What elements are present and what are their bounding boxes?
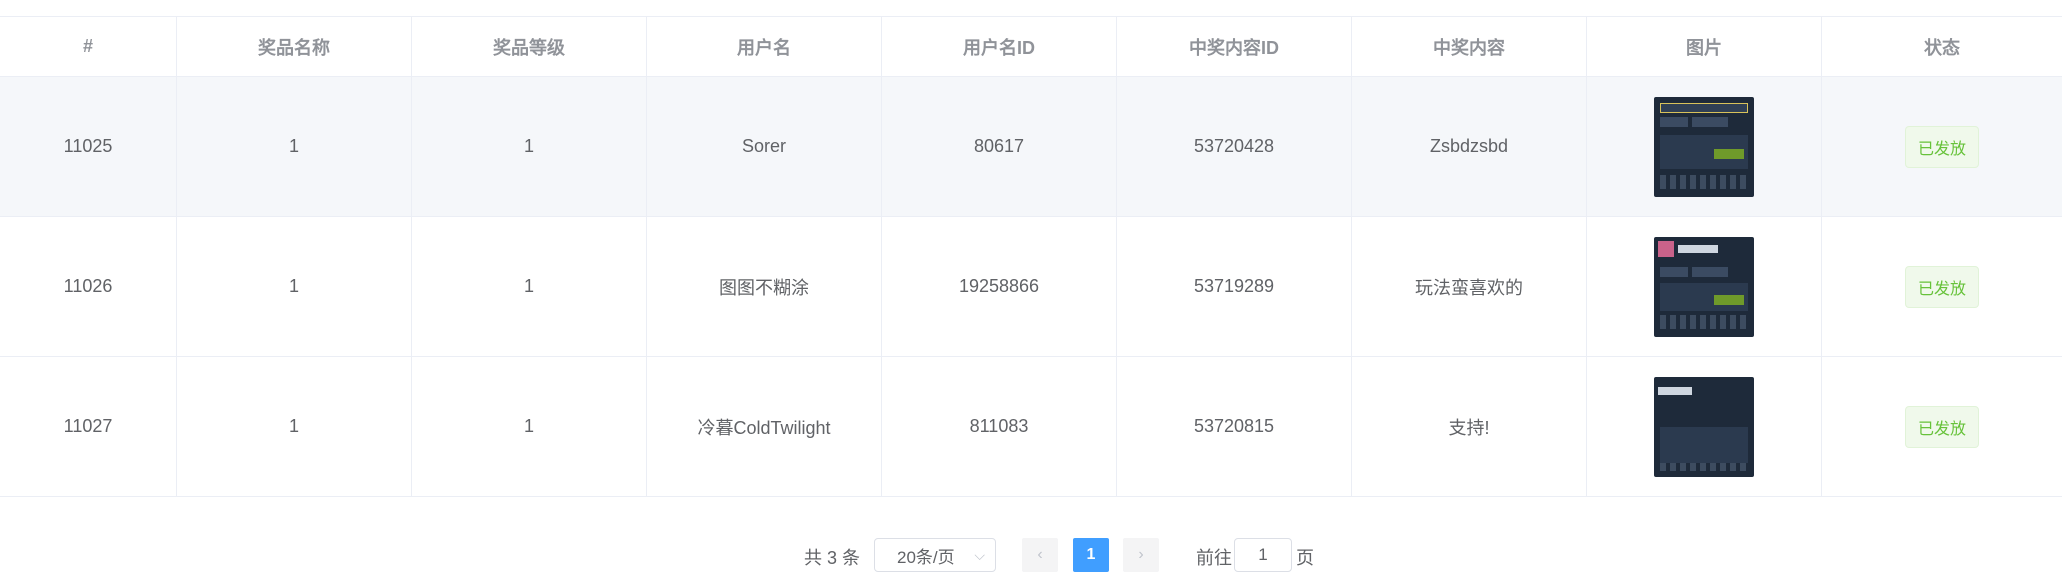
cell-prize-level: 1 <box>412 217 647 356</box>
cell-user-id: 811083 <box>882 357 1117 496</box>
prize-table: # 奖品名称 奖品等级 用户名 用户名ID 中奖内容ID 中奖内容 图片 状态 … <box>0 16 2062 497</box>
cell-content-id: 53720815 <box>1117 357 1352 496</box>
header-content-id[interactable]: 中奖内容ID <box>1117 17 1352 76</box>
cell-id: 11026 <box>0 217 177 356</box>
table-header: # 奖品名称 奖品等级 用户名 用户名ID 中奖内容ID 中奖内容 图片 状态 <box>0 17 2062 77</box>
cell-content: 玩法蛮喜欢的 <box>1352 217 1587 356</box>
cell-prize-level: 1 <box>412 357 647 496</box>
cell-id: 11027 <box>0 357 177 496</box>
cell-username: Sorer <box>647 77 882 216</box>
cell-prize-name: 1 <box>177 217 412 356</box>
header-username[interactable]: 用户名 <box>647 17 882 76</box>
goto-label: 前往 <box>1196 548 1232 568</box>
header-user-id[interactable]: 用户名ID <box>882 17 1117 76</box>
screenshot-thumbnail[interactable] <box>1654 96 1754 197</box>
cell-user-id: 19258866 <box>882 217 1117 356</box>
cell-user-id: 80617 <box>882 77 1117 216</box>
cell-status: 已发放 <box>1822 357 2062 496</box>
status-badge: 已发放 <box>1904 125 1979 168</box>
cell-username: 冷暮ColdTwilight <box>647 357 882 496</box>
cell-content: 支持! <box>1352 357 1587 496</box>
cell-prize-name: 1 <box>177 357 412 496</box>
header-id[interactable]: # <box>0 17 177 76</box>
cell-image <box>1587 77 1822 216</box>
cell-prize-name: 1 <box>177 77 412 216</box>
header-content[interactable]: 中奖内容 <box>1352 17 1587 76</box>
pagination-total: 共 3 条 <box>804 548 861 568</box>
status-badge: 已发放 <box>1904 265 1979 308</box>
page-size-value: 20条/页 <box>897 547 955 567</box>
chevron-down-icon: ⌵ <box>974 547 985 563</box>
header-prize-name[interactable]: 奖品名称 <box>177 17 412 76</box>
goto-page-input[interactable]: 1 <box>1234 538 1292 572</box>
page-number-button[interactable]: 1 <box>1073 538 1109 572</box>
header-prize-level[interactable]: 奖品等级 <box>412 17 647 76</box>
cell-prize-level: 1 <box>412 77 647 216</box>
status-badge: 已发放 <box>1904 405 1979 448</box>
page-size-select[interactable]: 20条/页 ⌵ <box>874 538 996 572</box>
screenshot-thumbnail[interactable] <box>1654 236 1754 337</box>
table-row[interactable]: 11025 1 1 Sorer 80617 53720428 Zsbdzsbd … <box>0 77 2062 217</box>
cell-content-id: 53720428 <box>1117 77 1352 216</box>
cell-content-id: 53719289 <box>1117 217 1352 356</box>
table-row[interactable]: 11026 1 1 图图不糊涂 19258866 53719289 玩法蛮喜欢的… <box>0 217 2062 357</box>
prev-page-button[interactable]: ‹ <box>1022 538 1058 572</box>
next-page-button[interactable]: › <box>1123 538 1159 572</box>
cell-status: 已发放 <box>1822 77 2062 216</box>
table-row[interactable]: 11027 1 1 冷暮ColdTwilight 811083 53720815… <box>0 357 2062 497</box>
cell-status: 已发放 <box>1822 217 2062 356</box>
cell-content: Zsbdzsbd <box>1352 77 1587 216</box>
cell-id: 11025 <box>0 77 177 216</box>
chevron-left-icon: ‹ <box>1037 546 1043 563</box>
cell-image <box>1587 357 1822 496</box>
screenshot-thumbnail[interactable] <box>1654 376 1754 477</box>
header-status[interactable]: 状态 <box>1822 17 2062 76</box>
chevron-right-icon: › <box>1138 546 1144 563</box>
header-image[interactable]: 图片 <box>1587 17 1822 76</box>
page-unit-label: 页 <box>1296 548 1314 568</box>
pagination: 共 3 条 20条/页 ⌵ ‹ 1 › 前往 1 页 <box>0 538 2062 578</box>
cell-image <box>1587 217 1822 356</box>
cell-username: 图图不糊涂 <box>647 217 882 356</box>
